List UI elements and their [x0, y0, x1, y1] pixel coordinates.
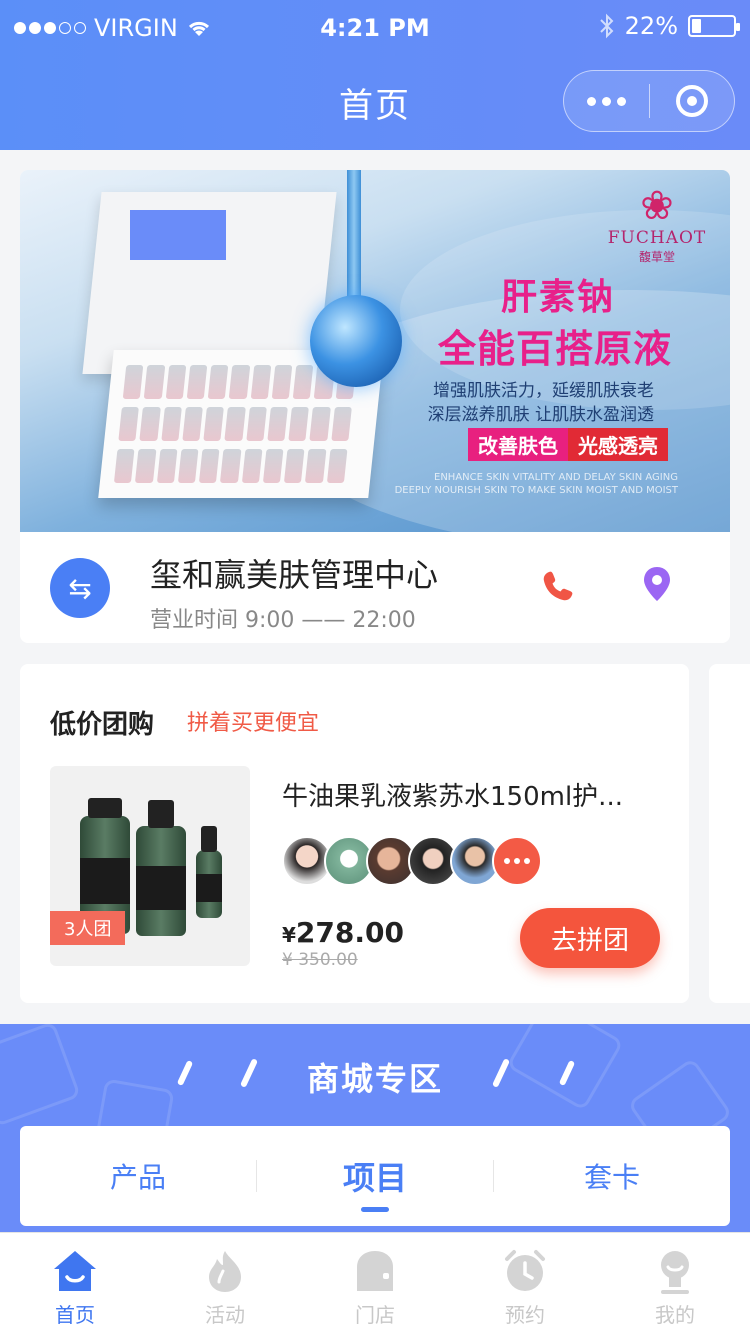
status-right: 22% [599, 12, 740, 40]
store-name: 玺和赢美肤管理中心 [150, 556, 439, 594]
serum-drop [310, 295, 402, 387]
product-name[interactable]: 牛油果乳液紫苏水150ml护... [282, 776, 672, 813]
group-buy-card: 低价团购 拼着买更便宜 3人团 牛油果乳液紫苏水150ml护... ¥278.0… [20, 664, 689, 1003]
tab-products[interactable]: 产品 [20, 1126, 256, 1226]
brand-logo: ❀ FUCHAOT 馥草堂 [602, 184, 712, 265]
participant-avatars [282, 836, 542, 886]
ad-title-1: 肝素钠 [500, 277, 615, 318]
page: VIRGIN 4:21 PM 22% 首页 ❀ FUCHAOT 馥草堂 肝素钠 … [0, 0, 750, 1334]
banner-ad[interactable]: ❀ FUCHAOT 馥草堂 肝素钠 全能百搭原液 增强肌肤活力，延缓肌肤衰老 深… [20, 170, 730, 532]
store-card: ❀ FUCHAOT 馥草堂 肝素钠 全能百搭原液 增强肌肤活力，延缓肌肤衰老 深… [20, 170, 730, 643]
header: VIRGIN 4:21 PM 22% 首页 [0, 0, 750, 150]
switch-store-icon[interactable]: ⇆ [50, 558, 110, 618]
store-hours: 营业时间 9:00 —— 22:00 [150, 608, 416, 633]
tabbar-item-booking[interactable]: 预约 [450, 1233, 600, 1334]
activity-icon [209, 1251, 241, 1292]
tabbar-item-store[interactable]: 门店 [300, 1233, 450, 1334]
home-icon [54, 1251, 96, 1291]
ad-tag-1: 改善肤色 [468, 428, 568, 461]
group-buy-title: 低价团购 [50, 710, 155, 740]
brand-cn: 馥草堂 [638, 250, 675, 264]
tab-projects[interactable]: 项目 [257, 1126, 493, 1226]
tabbar-label: 首页 [55, 1303, 95, 1327]
close-button[interactable] [650, 71, 735, 131]
tabbar-item-home[interactable]: 首页 [0, 1233, 150, 1334]
rose-icon: ❀ [640, 183, 674, 229]
tabbar-item-activity[interactable]: 活动 [150, 1233, 300, 1334]
alarm-icon [505, 1250, 545, 1291]
tabbar-label: 门店 [355, 1303, 395, 1327]
redacted-label [130, 210, 226, 260]
bottom-tab-bar: 首页 活动 门店 预约 我的 [0, 1232, 750, 1334]
brand-name: FUCHAOT [607, 228, 707, 248]
ampoule-vials [113, 365, 357, 485]
product-price: ¥278.00 [282, 916, 404, 949]
ad-en-line-2: DEEPLY NOURISH SKIN TO MAKE SKIN MOIST A… [394, 485, 678, 496]
tabbar-label: 活动 [205, 1303, 245, 1327]
group-buy-subtitle: 拼着买更便宜 [187, 711, 320, 736]
ad-line-2: 深层滋养肌肤 让肌肤水盈润透 [427, 405, 654, 425]
product-image[interactable]: 3人团 [50, 766, 250, 966]
tabbar-item-mine[interactable]: 我的 [600, 1233, 750, 1334]
status-bar: VIRGIN 4:21 PM 22% [0, 0, 750, 58]
tab-packages[interactable]: 套卡 [494, 1126, 730, 1226]
battery-fill [692, 19, 701, 33]
mall-title: 商城专区 [306, 1060, 443, 1098]
store-icon [357, 1251, 393, 1291]
tabbar-label: 我的 [655, 1303, 695, 1327]
mini-program-capsule [563, 70, 735, 132]
tabbar-label: 预约 [505, 1303, 545, 1327]
target-icon [675, 85, 708, 117]
battery-icon [688, 15, 740, 37]
more-button[interactable] [564, 71, 649, 131]
store-info: ⇆ 玺和赢美肤管理中心 营业时间 9:00 —— 22:00 [20, 532, 730, 643]
location-icon[interactable] [642, 566, 672, 602]
ad-tags: 改善肤色 光感透亮 [468, 428, 668, 461]
team-size-badge: 3人团 [50, 911, 126, 945]
ad-en-line-1: ENHANCE SKIN VITALITY AND DELAY SKIN AGI… [434, 472, 678, 483]
bluetooth-icon [599, 13, 614, 39]
mall-tabs: 产品 项目 套卡 [20, 1126, 730, 1226]
ad-title-2: 全能百搭原液 [437, 327, 672, 371]
original-price: ¥ 350.00 [282, 950, 358, 970]
battery-percent: 22% [624, 12, 678, 40]
ad-line-1: 增强肌肤活力，延缓肌肤衰老 [433, 381, 654, 401]
phone-icon[interactable] [540, 568, 576, 604]
ad-tag-2: 光感透亮 [568, 428, 668, 461]
more-participants-icon[interactable] [492, 836, 542, 886]
next-card-peek[interactable] [709, 664, 750, 1003]
user-icon [661, 1251, 689, 1294]
join-group-button[interactable]: 去拼团 [520, 908, 660, 968]
